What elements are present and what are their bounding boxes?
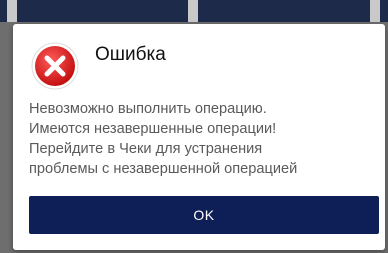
background-bar-accent xyxy=(188,0,198,22)
background-bar-accent xyxy=(7,0,17,22)
message-line: Имеются незавершенные операции! xyxy=(29,121,277,137)
error-dialog: Ошибка Невозможно выполнить операцию. Им… xyxy=(13,24,385,250)
message-line: проблемы с незавершенной операцией xyxy=(29,161,298,177)
background-bar-accent xyxy=(370,0,380,22)
ok-button[interactable]: OK xyxy=(29,196,379,234)
dialog-title: Ошибка xyxy=(95,44,166,65)
dialog-message: Невозможно выполнить операцию. Имеются н… xyxy=(29,99,379,179)
message-line: Невозможно выполнить операцию. xyxy=(29,101,267,117)
error-icon xyxy=(31,42,79,90)
background-app-bar xyxy=(0,0,388,22)
message-line: Перейдите в Чеки для устранения xyxy=(29,141,263,157)
